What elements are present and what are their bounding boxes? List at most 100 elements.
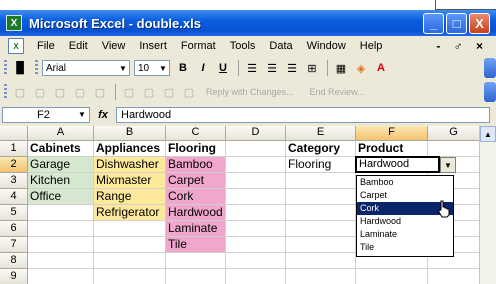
cell-c4[interactable]: Cork — [166, 189, 226, 205]
list-option-bamboo[interactable]: Bamboo — [357, 176, 453, 189]
cell-b1[interactable]: Appliances — [94, 141, 166, 157]
align-center-icon[interactable]: ☰ — [263, 59, 281, 77]
column-header[interactable]: B — [94, 126, 166, 141]
close-button[interactable]: X — [469, 13, 490, 34]
row-header[interactable]: 6 — [0, 221, 28, 237]
cell-a2[interactable]: Garage — [28, 157, 94, 173]
font-size-select[interactable]: 10 ▼ — [134, 60, 170, 76]
name-box[interactable]: F2 ▼ — [2, 107, 90, 123]
toolbar-grip-icon[interactable] — [4, 60, 7, 76]
vertical-scrollbar[interactable]: ▲ — [479, 126, 496, 284]
cell-c2[interactable]: Bamboo — [166, 157, 226, 173]
review-icon[interactable]: ▢ — [120, 83, 138, 101]
column-header[interactable]: F — [356, 126, 428, 141]
review-icon[interactable]: ▢ — [140, 83, 158, 101]
review-icon[interactable]: ▢ — [11, 83, 29, 101]
cell-b5[interactable]: Refrigerator — [94, 205, 166, 221]
formatting-toolbar: ▐▌ Arial ▼ 10 ▼ B I U ☰ ☰ ☰ ⊞ ▦ ◈ A — [0, 56, 496, 80]
row-header[interactable]: 2 — [0, 157, 28, 173]
validation-dropdown-button[interactable]: ▼ — [440, 157, 456, 173]
column-header[interactable]: E — [286, 126, 356, 141]
chevron-down-icon: ▼ — [444, 160, 452, 170]
function-icon[interactable]: fx — [90, 109, 116, 121]
cell-b4[interactable]: Range — [94, 189, 166, 205]
cell-e1[interactable]: Category — [286, 141, 356, 157]
align-right-icon[interactable]: ☰ — [283, 59, 301, 77]
menu-window[interactable]: Window — [300, 40, 353, 52]
font-color-icon[interactable]: A — [372, 59, 390, 77]
review-icon[interactable]: ▢ — [180, 83, 198, 101]
review-icon[interactable]: ▢ — [91, 83, 109, 101]
document-icon[interactable]: X — [8, 38, 24, 54]
cell-a1[interactable]: Cabinets — [28, 141, 94, 157]
cell-f2-active[interactable]: Hardwood — [355, 156, 440, 173]
cell-c3[interactable]: Carpet — [166, 173, 226, 189]
row-header[interactable]: 1 — [0, 141, 28, 157]
list-option-laminate[interactable]: Laminate — [357, 228, 453, 241]
column-header[interactable]: G — [428, 126, 480, 141]
row-header[interactable]: 4 — [0, 189, 28, 205]
chart-icon[interactable]: ▐▌ — [11, 59, 29, 77]
cell-b3[interactable]: Mixmaster — [94, 173, 166, 189]
cell-f1[interactable]: Product — [356, 141, 428, 157]
toolbar-options-icon[interactable] — [484, 82, 496, 102]
chevron-down-icon[interactable]: ▼ — [157, 61, 169, 75]
chevron-down-icon[interactable]: ▼ — [117, 61, 129, 75]
menu-view[interactable]: View — [95, 40, 133, 52]
font-size-value: 10 — [138, 62, 150, 74]
italic-button[interactable]: I — [194, 59, 212, 77]
bold-button[interactable]: B — [174, 59, 192, 77]
cell-a4[interactable]: Office — [28, 189, 94, 205]
menu-edit[interactable]: Edit — [62, 40, 95, 52]
menu-insert[interactable]: Insert — [132, 40, 174, 52]
select-all-corner[interactable] — [0, 126, 28, 141]
cell-f2-value: Hardwood — [359, 158, 410, 170]
chevron-down-icon[interactable]: ▼ — [75, 108, 89, 122]
review-icon[interactable]: ▢ — [71, 83, 89, 101]
font-name-select[interactable]: Arial ▼ — [42, 60, 130, 76]
worksheet-grid[interactable]: A B C D E F G 1 2 3 4 5 6 7 8 9 Cabinets… — [0, 126, 496, 284]
cell-a3[interactable]: Kitchen — [28, 173, 94, 189]
menu-tools[interactable]: Tools — [223, 40, 263, 52]
document-window-controls[interactable]: - ♂ × — [436, 39, 488, 53]
cell-c1[interactable]: Flooring — [166, 141, 226, 157]
end-review-button[interactable]: End Review... — [310, 87, 365, 97]
row-header[interactable]: 9 — [0, 269, 28, 284]
minimize-button[interactable]: _ — [423, 13, 444, 34]
reply-with-changes-button[interactable]: Reply with Changes... — [206, 87, 294, 97]
row-header[interactable]: 8 — [0, 253, 28, 269]
cell-c6[interactable]: Laminate — [166, 221, 226, 237]
toolbar-grip-icon[interactable] — [35, 60, 38, 76]
list-option-tile[interactable]: Tile — [357, 241, 453, 254]
underline-button[interactable]: U — [214, 59, 232, 77]
review-icon[interactable]: ▢ — [160, 83, 178, 101]
excel-app-icon[interactable]: X — [6, 15, 22, 31]
column-header[interactable]: A — [28, 126, 94, 141]
menu-file[interactable]: File — [30, 40, 62, 52]
fill-color-icon[interactable]: ◈ — [352, 59, 370, 77]
column-header[interactable]: C — [166, 126, 226, 141]
review-icon[interactable]: ▢ — [51, 83, 69, 101]
toolbar-options-icon[interactable] — [484, 58, 496, 78]
cell-c7[interactable]: Tile — [166, 237, 226, 253]
borders-icon[interactable]: ▦ — [332, 59, 350, 77]
toolbar-separator — [115, 84, 116, 100]
row-header[interactable]: 7 — [0, 237, 28, 253]
cell-b2[interactable]: Dishwasher — [94, 157, 166, 173]
toolbar-grip-icon[interactable] — [4, 84, 7, 100]
merge-center-icon[interactable]: ⊞ — [303, 59, 321, 77]
menu-format[interactable]: Format — [174, 40, 223, 52]
scroll-up-icon[interactable]: ▲ — [480, 126, 496, 142]
cell-c5[interactable]: Hardwood — [166, 205, 226, 221]
row-header[interactable]: 5 — [0, 205, 28, 221]
title-bar[interactable]: X Microsoft Excel - double.xls _ □ X — [0, 10, 496, 36]
menu-data[interactable]: Data — [262, 40, 299, 52]
review-icon[interactable]: ▢ — [31, 83, 49, 101]
formula-input[interactable]: Hardwood — [116, 107, 490, 123]
menu-help[interactable]: Help — [353, 40, 390, 52]
column-header[interactable]: D — [226, 126, 286, 141]
cell-e2[interactable]: Flooring — [286, 157, 356, 173]
maximize-button[interactable]: □ — [446, 13, 467, 34]
align-left-icon[interactable]: ☰ — [243, 59, 261, 77]
row-header[interactable]: 3 — [0, 173, 28, 189]
